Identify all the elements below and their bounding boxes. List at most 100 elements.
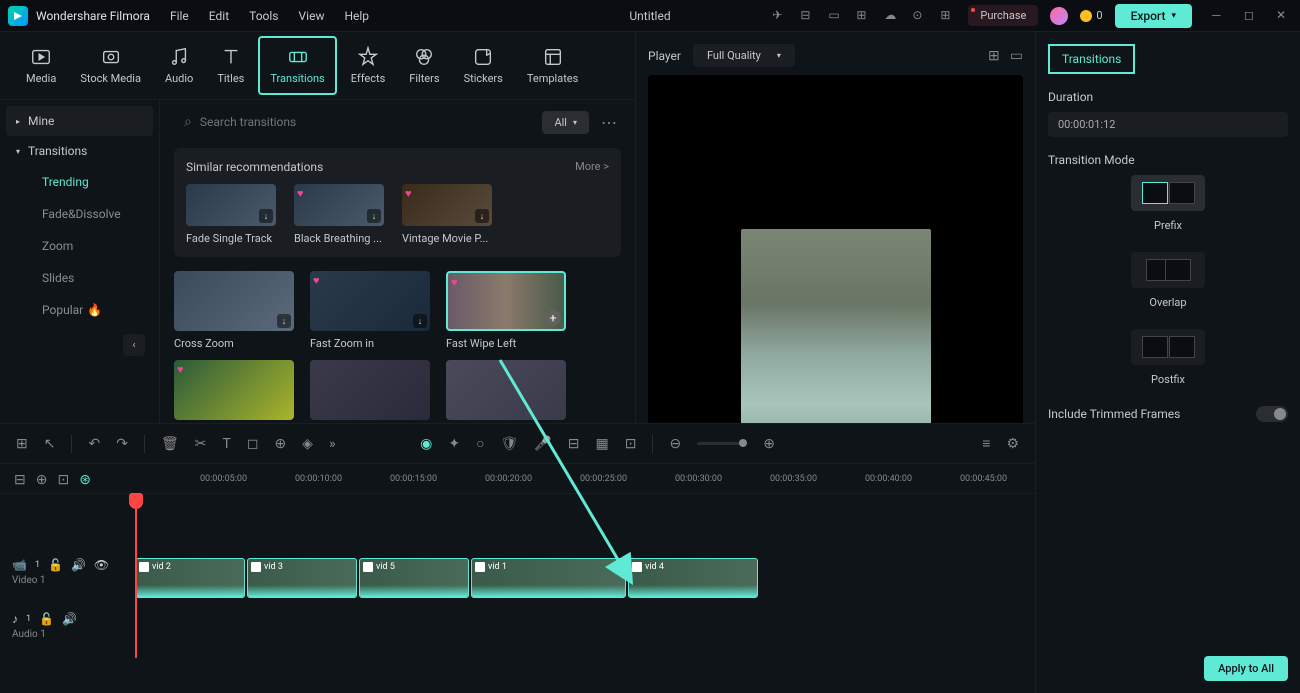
tl-cursor-icon[interactable]: ↖ (44, 436, 56, 452)
thumb-fast-wipe-left[interactable]: ♥+Fast Wipe Left (446, 271, 566, 350)
mode-postfix[interactable]: Postfix (1048, 329, 1288, 386)
screen-icon[interactable]: ▭ (828, 8, 844, 24)
export-button[interactable]: Export▾ (1115, 4, 1192, 28)
tab-stickers[interactable]: Stickers (454, 38, 513, 93)
more-tools-icon[interactable]: » (329, 436, 336, 452)
headset-icon[interactable]: ⊙ (912, 8, 928, 24)
redo-icon[interactable]: ↷ (116, 436, 128, 452)
tab-filters[interactable]: Filters (399, 38, 449, 93)
menu-help[interactable]: Help (344, 9, 369, 23)
lock-icon[interactable]: 🔓 (48, 558, 63, 572)
tab-audio[interactable]: Audio (155, 38, 203, 93)
purchase-button[interactable]: Purchase (968, 5, 1038, 26)
lock-icon[interactable]: 🔓 (39, 612, 54, 626)
apps-icon[interactable]: ⊞ (940, 8, 956, 24)
thumb-extra-2[interactable] (310, 360, 430, 426)
duration-value[interactable]: 00:00:01:12 (1048, 112, 1288, 137)
speaker-icon[interactable]: 🔊 (62, 612, 77, 626)
grid-view-icon[interactable]: ⊞ (988, 48, 1000, 64)
tab-media[interactable]: Media (16, 38, 66, 93)
image-view-icon[interactable]: ▭ (1010, 48, 1023, 64)
device-icon[interactable]: ⊟ (800, 8, 816, 24)
text-icon[interactable]: T (222, 436, 230, 452)
menu-file[interactable]: File (170, 9, 189, 23)
tab-titles[interactable]: Titles (207, 38, 254, 93)
add-icon[interactable]: + (545, 310, 561, 326)
sidebar-item-trending[interactable]: Trending (6, 166, 153, 198)
tl-magnet-icon[interactable]: ⊛ (79, 472, 91, 488)
clip-vid5[interactable]: vid 5 (359, 558, 469, 598)
close-button[interactable]: ✕ (1276, 8, 1292, 24)
zoom-slider[interactable] (697, 442, 747, 445)
sidebar-collapse-button[interactable]: ‹ (123, 334, 145, 356)
apply-all-button[interactable]: Apply to All (1204, 656, 1288, 681)
avatar[interactable] (1050, 7, 1068, 25)
maximize-button[interactable]: ◻ (1244, 8, 1260, 24)
tl-icon3[interactable]: ⊡ (57, 472, 69, 488)
clip-vid2[interactable]: vid 2 (135, 558, 245, 598)
thumb-extra-3[interactable] (446, 360, 566, 426)
tab-stock-media[interactable]: Stock Media (70, 38, 151, 93)
list-icon[interactable]: ≡ (982, 435, 990, 452)
tl-icon2[interactable]: ⊕ (36, 472, 48, 488)
thumb-fade-single[interactable]: ↓Fade Single Track (186, 184, 276, 245)
tl-icon1[interactable]: ⊟ (14, 472, 26, 488)
thumb-vintage[interactable]: ♥↓Vintage Movie P... (402, 184, 492, 245)
sidebar-mine[interactable]: ▸Mine (6, 106, 153, 136)
tl-grid-icon[interactable]: ⊞ (16, 436, 28, 452)
link-icon[interactable]: ⊕ (274, 436, 286, 452)
menu-view[interactable]: View (299, 9, 325, 23)
undo-icon[interactable]: ↶ (88, 436, 100, 452)
thumb-black-breathing[interactable]: ♥↓Black Breathing ... (294, 184, 384, 245)
inspector-tab-transitions[interactable]: Transitions (1048, 44, 1135, 74)
tab-effects[interactable]: Effects (341, 38, 396, 93)
thumb-fast-zoom[interactable]: ♥↓Fast Zoom in (310, 271, 430, 350)
mic-icon[interactable]: 🎤 (534, 436, 551, 452)
credits[interactable]: 0 (1080, 9, 1102, 22)
more-menu[interactable]: ⋯ (597, 113, 621, 132)
zoom-out-icon[interactable]: ⊖ (669, 436, 681, 452)
ai-icon[interactable]: ◉ (420, 436, 432, 452)
crop-icon[interactable]: ◻ (247, 436, 259, 452)
save-icon[interactable]: ⊞ (856, 8, 872, 24)
enhance-icon[interactable]: ✦ (448, 436, 460, 452)
mode-overlap[interactable]: Overlap (1048, 252, 1288, 309)
zoom-in-icon[interactable]: ⊕ (763, 436, 775, 452)
clip-vid4[interactable]: vid 4 (628, 558, 758, 598)
sidebar-item-popular[interactable]: Popular🔥 (6, 294, 153, 326)
clip-vid1[interactable]: vid 1 (471, 558, 626, 598)
tab-transitions[interactable]: Transitions (258, 36, 336, 95)
more-link[interactable]: More > (575, 160, 609, 174)
filter-dropdown[interactable]: All▾ (542, 111, 589, 134)
eye-icon[interactable]: 👁 (94, 558, 109, 572)
shield-icon[interactable]: 🛡 (501, 436, 519, 452)
send-icon[interactable]: ✈ (772, 8, 788, 24)
record-icon[interactable]: ○ (476, 435, 484, 452)
delete-icon[interactable]: 🗑 (161, 436, 179, 452)
fit-icon[interactable]: ⊡ (625, 436, 637, 452)
group-icon[interactable]: ◈ (302, 436, 313, 452)
quality-dropdown[interactable]: Full Quality▾ (693, 44, 795, 67)
timeline-ruler[interactable]: ⊟ ⊕ ⊡ ⊛ 00:00:05:00 00:00:10:00 00:00:15… (0, 464, 1035, 494)
menu-edit[interactable]: Edit (209, 9, 229, 23)
sidebar-item-fade[interactable]: Fade&Dissolve (6, 198, 153, 230)
sidebar-transitions[interactable]: ▾Transitions (6, 136, 153, 166)
adjust-icon[interactable]: ⊟ (568, 436, 580, 452)
sidebar-item-zoom[interactable]: Zoom (6, 230, 153, 262)
mode-prefix[interactable]: Prefix (1048, 175, 1288, 232)
trimmed-toggle[interactable] (1256, 406, 1288, 422)
menu-tools[interactable]: Tools (249, 9, 278, 23)
speaker-icon[interactable]: 🔊 (71, 558, 86, 572)
cut-icon[interactable]: ✂ (195, 436, 207, 452)
thumb-extra-1[interactable]: ♥ (174, 360, 294, 426)
tab-templates[interactable]: Templates (517, 38, 588, 93)
minimize-button[interactable]: ─ (1212, 8, 1228, 24)
thumb-cross-zoom[interactable]: ↓Cross Zoom (174, 271, 294, 350)
layers-icon[interactable]: ▦ (595, 436, 608, 452)
search-input[interactable] (200, 115, 525, 129)
sidebar-item-slides[interactable]: Slides (6, 262, 153, 294)
clip-vid3[interactable]: vid 3 (247, 558, 357, 598)
settings-icon[interactable]: ⚙ (1006, 436, 1019, 452)
playhead[interactable] (135, 494, 137, 658)
cloud-icon[interactable]: ☁ (884, 8, 900, 24)
